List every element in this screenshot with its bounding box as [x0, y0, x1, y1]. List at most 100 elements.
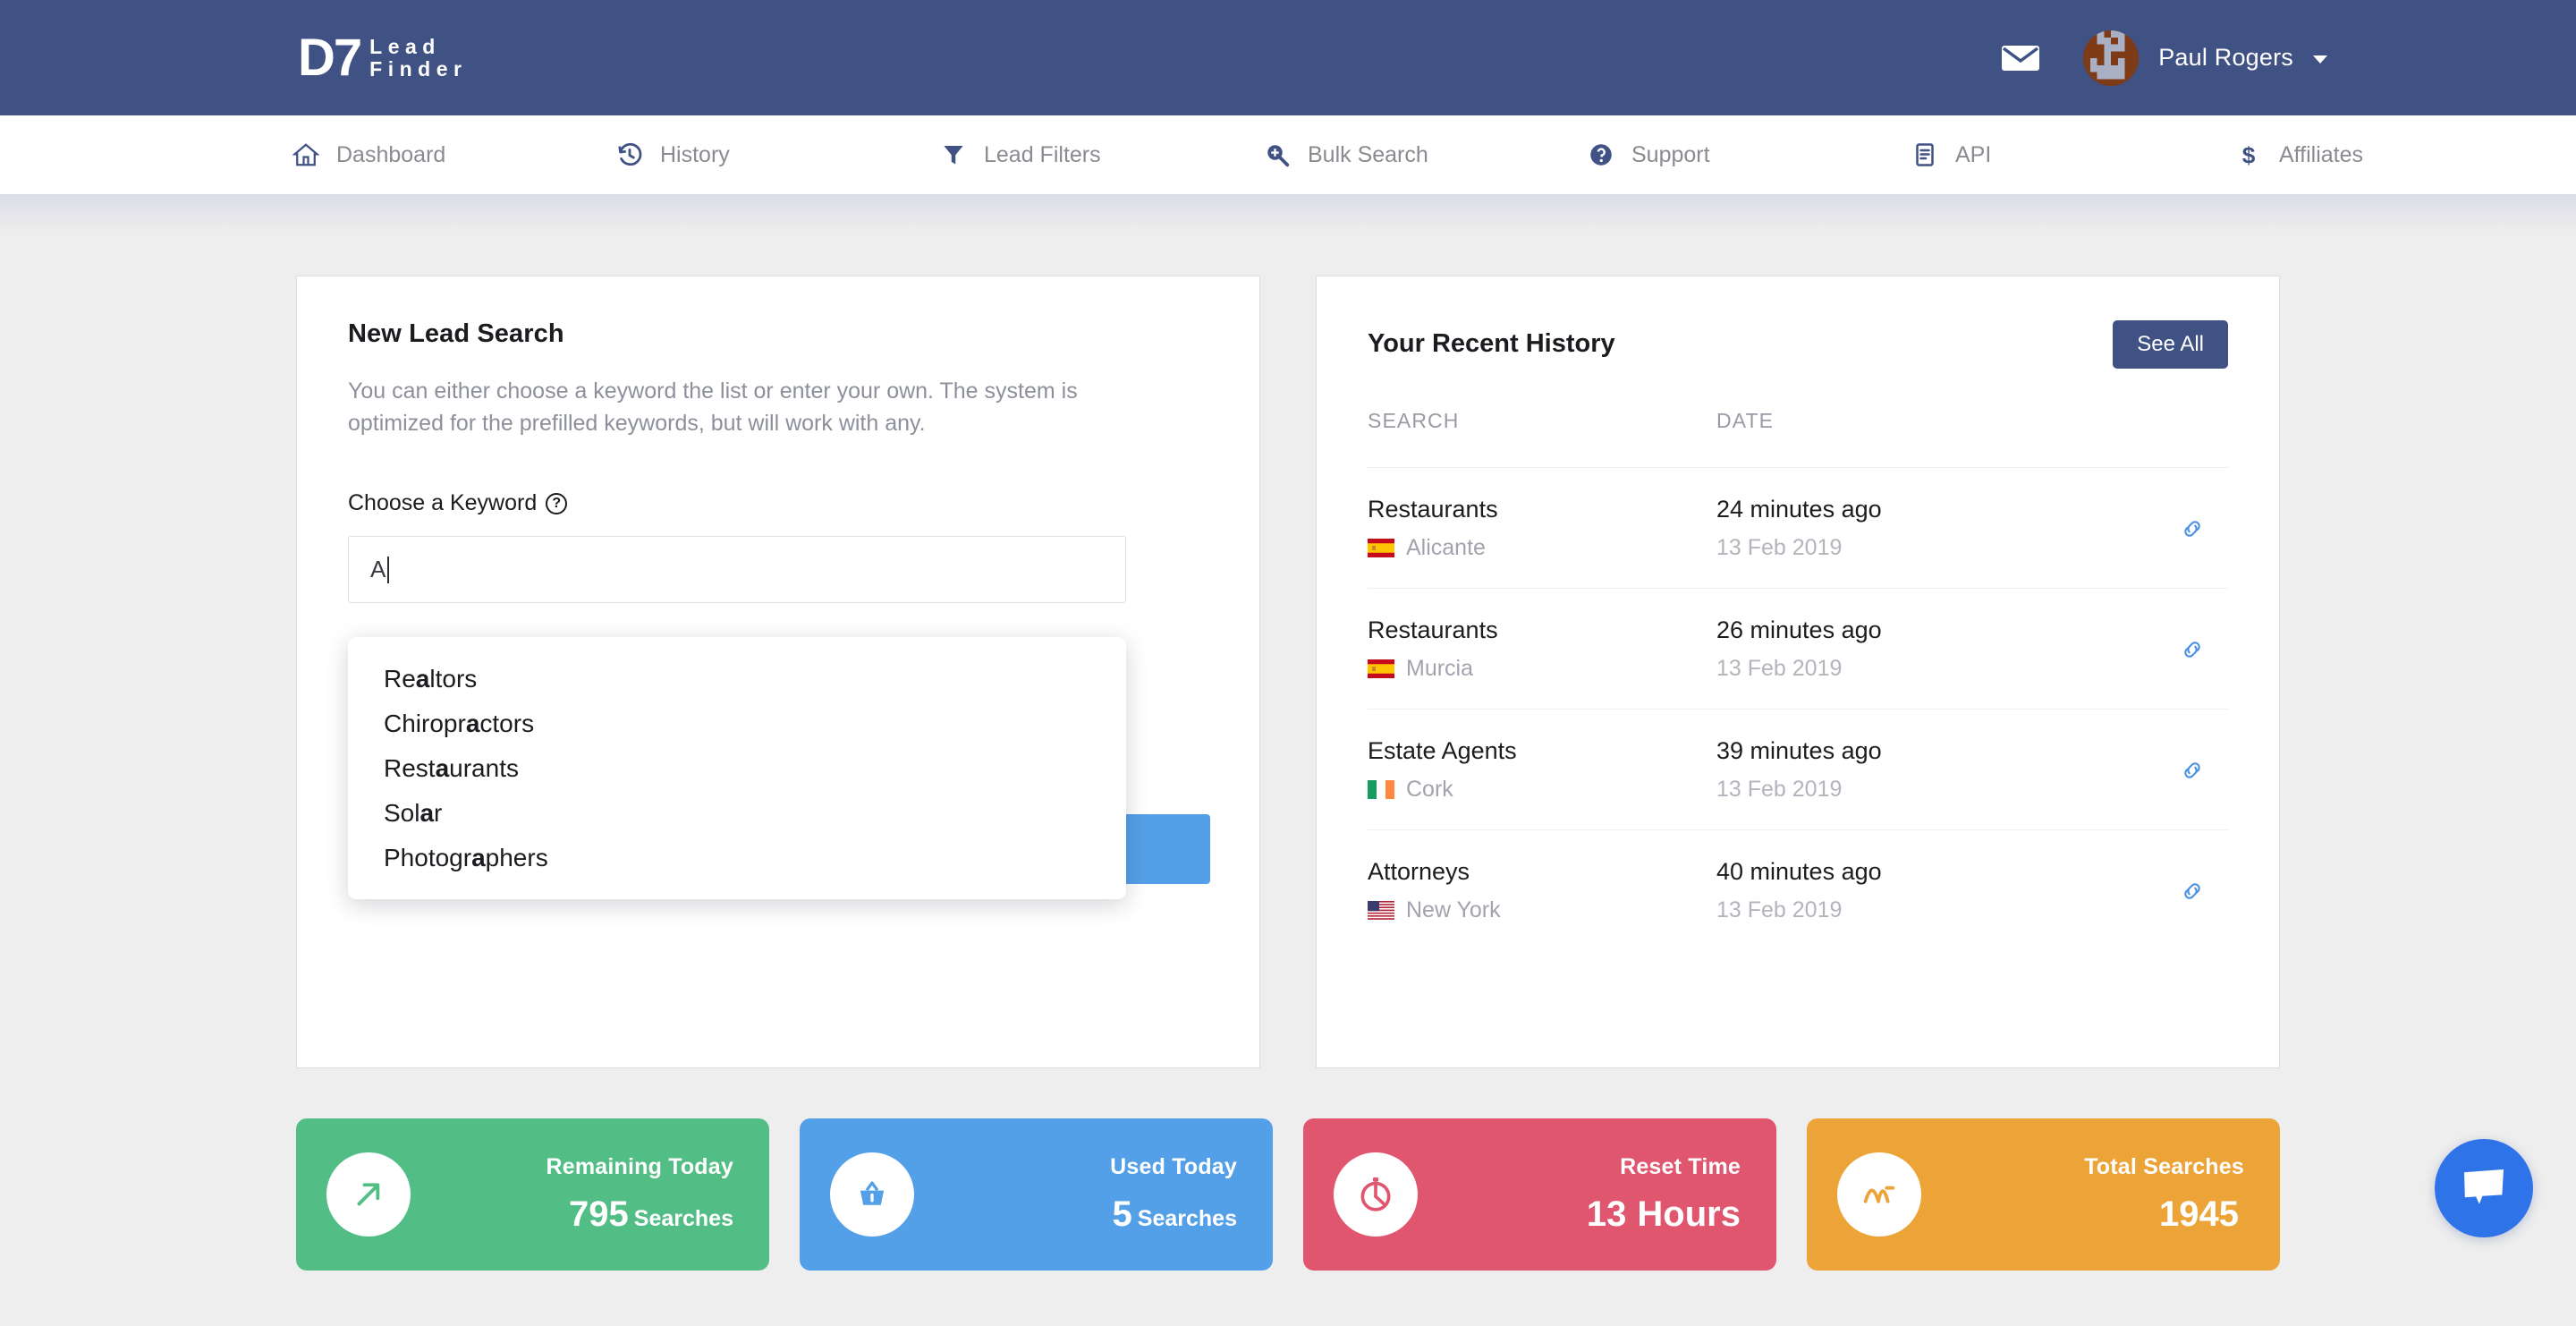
history-location-text: New York — [1406, 897, 1501, 922]
stat-value: 5 — [1112, 1194, 1132, 1234]
link-icon[interactable] — [2180, 637, 2205, 662]
history-relative-time: 24 minutes ago — [1716, 496, 1882, 523]
flag-us-icon — [1368, 901, 1394, 920]
link-icon[interactable] — [2180, 879, 2205, 904]
new-lead-search-card: New Lead Search You can either choose a … — [296, 276, 1260, 1068]
history-keyword: Restaurants — [1368, 616, 1498, 643]
history-location: New York — [1368, 897, 1716, 923]
logo-line-2: Finder — [369, 56, 468, 81]
stat-value: 13 — [1586, 1194, 1627, 1234]
history-location-text: Murcia — [1406, 656, 1474, 681]
nav-item-history[interactable]: History — [614, 141, 938, 168]
suggestion-pre: Rest — [384, 754, 436, 782]
suggestion-item[interactable]: Solar — [348, 801, 1126, 826]
stat-body: Remaining Today 795 Searches — [434, 1154, 769, 1235]
nav-item-dashboard[interactable]: Dashboard — [291, 141, 614, 168]
brand-logo[interactable]: D7 Lead Finder — [298, 31, 468, 84]
recent-history-body: Your Recent History See All SEARCH DATE … — [1317, 276, 2279, 950]
see-all-button[interactable]: See All — [2113, 320, 2228, 369]
keyword-label-text: Choose a Keyword — [348, 490, 538, 515]
nav-item-api[interactable]: API — [1910, 141, 2233, 168]
stat-value-group: 13 Hours — [1441, 1194, 1741, 1235]
history-location-text: Cork — [1406, 777, 1453, 802]
page-title: New Lead Search — [348, 319, 564, 348]
top-header: D7 Lead Finder Paul Rogers — [0, 0, 2576, 115]
suggestion-match: a — [435, 754, 450, 782]
arrow-up-right-icon — [326, 1152, 411, 1237]
history-date-cell: 26 minutes ago 13 Feb 2019 — [1716, 616, 2101, 682]
stat-body: Used Today 5 Searches — [937, 1154, 1273, 1235]
keyword-field-label: Choose a Keyword ? — [348, 490, 1208, 516]
header-right-group: Paul Rogers — [2001, 30, 2327, 86]
suggestion-item[interactable]: Restaurants — [348, 756, 1126, 781]
flag-es-icon — [1368, 539, 1394, 557]
question-circle-icon[interactable]: ? — [546, 492, 568, 514]
history-keyword: Restaurants — [1368, 496, 1498, 523]
home-icon — [291, 141, 321, 168]
history-relative-time: 40 minutes ago — [1716, 858, 1882, 885]
history-table: SEARCH DATE Restaurants Alicante 24 minu… — [1368, 409, 2228, 950]
history-date-cell: 39 minutes ago 13 Feb 2019 — [1716, 737, 2101, 803]
avatar — [2083, 30, 2140, 86]
svg-text:$: $ — [2242, 141, 2256, 168]
recent-history-card: Your Recent History See All SEARCH DATE … — [1316, 276, 2280, 1068]
table-row[interactable]: Estate Agents Cork 39 minutes ago 13 Feb… — [1368, 710, 2228, 830]
stat-card-remaining-today[interactable]: Remaining Today 795 Searches — [296, 1118, 769, 1271]
history-date-cell: 40 minutes ago 13 Feb 2019 — [1716, 858, 2101, 923]
nav-label: API — [1955, 141, 1992, 167]
stat-label: Used Today — [1110, 1154, 1237, 1179]
stat-value-group: 795 Searches — [434, 1194, 733, 1235]
chat-bubble-icon — [2464, 1169, 2504, 1204]
history-date: 13 Feb 2019 — [1716, 656, 1843, 681]
history-date-cell: 24 minutes ago 13 Feb 2019 — [1716, 496, 2101, 561]
basket-icon — [830, 1152, 914, 1237]
history-relative-time: 26 minutes ago — [1716, 616, 1882, 643]
envelope-icon[interactable] — [2001, 44, 2040, 72]
new-lead-search-description: You can either choose a keyword the list… — [348, 378, 1078, 436]
table-row[interactable]: Restaurants Alicante 24 minutes ago 13 F… — [1368, 468, 2228, 589]
table-row[interactable]: Attorneys New York 40 minutes ago 13 Feb… — [1368, 830, 2228, 950]
suggestion-match: a — [419, 799, 435, 827]
suggestion-post: r — [434, 799, 443, 827]
nav-item-bulk-search[interactable]: Bulk Search — [1262, 141, 1586, 168]
recent-history-title: Your Recent History — [1368, 329, 1615, 358]
main-navigation: Dashboard History Lead Filters Bulk Sear… — [0, 115, 2576, 234]
nav-item-affiliates[interactable]: $ Affiliates — [2233, 141, 2557, 168]
history-relative-time: 39 minutes ago — [1716, 737, 1882, 764]
stat-body: Reset Time 13 Hours — [1441, 1154, 1776, 1235]
stat-label: Remaining Today — [546, 1154, 733, 1179]
stats-row: Remaining Today 795 Searches Used Today 5… — [0, 1068, 2576, 1271]
suggestion-item[interactable]: Chiropractors — [348, 711, 1126, 736]
table-row[interactable]: Restaurants Murcia 26 minutes ago 13 Feb… — [1368, 589, 2228, 710]
link-icon[interactable] — [2180, 516, 2205, 541]
chat-widget-button[interactable] — [2435, 1139, 2533, 1237]
suggestion-item[interactable]: Realtors — [348, 667, 1126, 692]
stat-card-reset-time[interactable]: Reset Time 13 Hours — [1303, 1118, 1776, 1271]
text-cursor — [387, 556, 390, 583]
stat-card-total-searches[interactable]: Total Searches 1945 — [1807, 1118, 2280, 1271]
history-date: 13 Feb 2019 — [1716, 777, 1843, 802]
history-location: Cork — [1368, 777, 1716, 803]
suggestion-match: a — [415, 665, 430, 693]
suggestion-item[interactable]: Photographers — [348, 846, 1126, 871]
stat-card-used-today[interactable]: Used Today 5 Searches — [800, 1118, 1273, 1271]
stat-value: 795 — [569, 1194, 629, 1234]
nav-item-support[interactable]: Support — [1586, 141, 1910, 168]
suggestion-pre: Re — [384, 665, 416, 693]
new-lead-search-body: New Lead Search You can either choose a … — [297, 276, 1259, 603]
funnel-icon — [938, 141, 969, 168]
clock-history-icon — [614, 141, 645, 168]
logo-wordmark: Lead Finder — [369, 35, 468, 81]
suggestion-post: ltors — [429, 665, 478, 693]
stopwatch-icon — [1334, 1152, 1418, 1237]
dollar-icon: $ — [2233, 141, 2264, 168]
keyword-input[interactable]: A — [348, 536, 1126, 603]
stat-label: Total Searches — [2084, 1154, 2244, 1179]
user-menu[interactable]: Paul Rogers — [2083, 30, 2327, 86]
nav-item-lead-filters[interactable]: Lead Filters — [938, 141, 1262, 168]
document-icon — [1910, 141, 1940, 168]
link-icon[interactable] — [2180, 758, 2205, 783]
suggestion-match: a — [471, 844, 486, 871]
stat-value-group: 1945 — [1945, 1194, 2244, 1235]
suggestion-pre: Sol — [384, 799, 420, 827]
